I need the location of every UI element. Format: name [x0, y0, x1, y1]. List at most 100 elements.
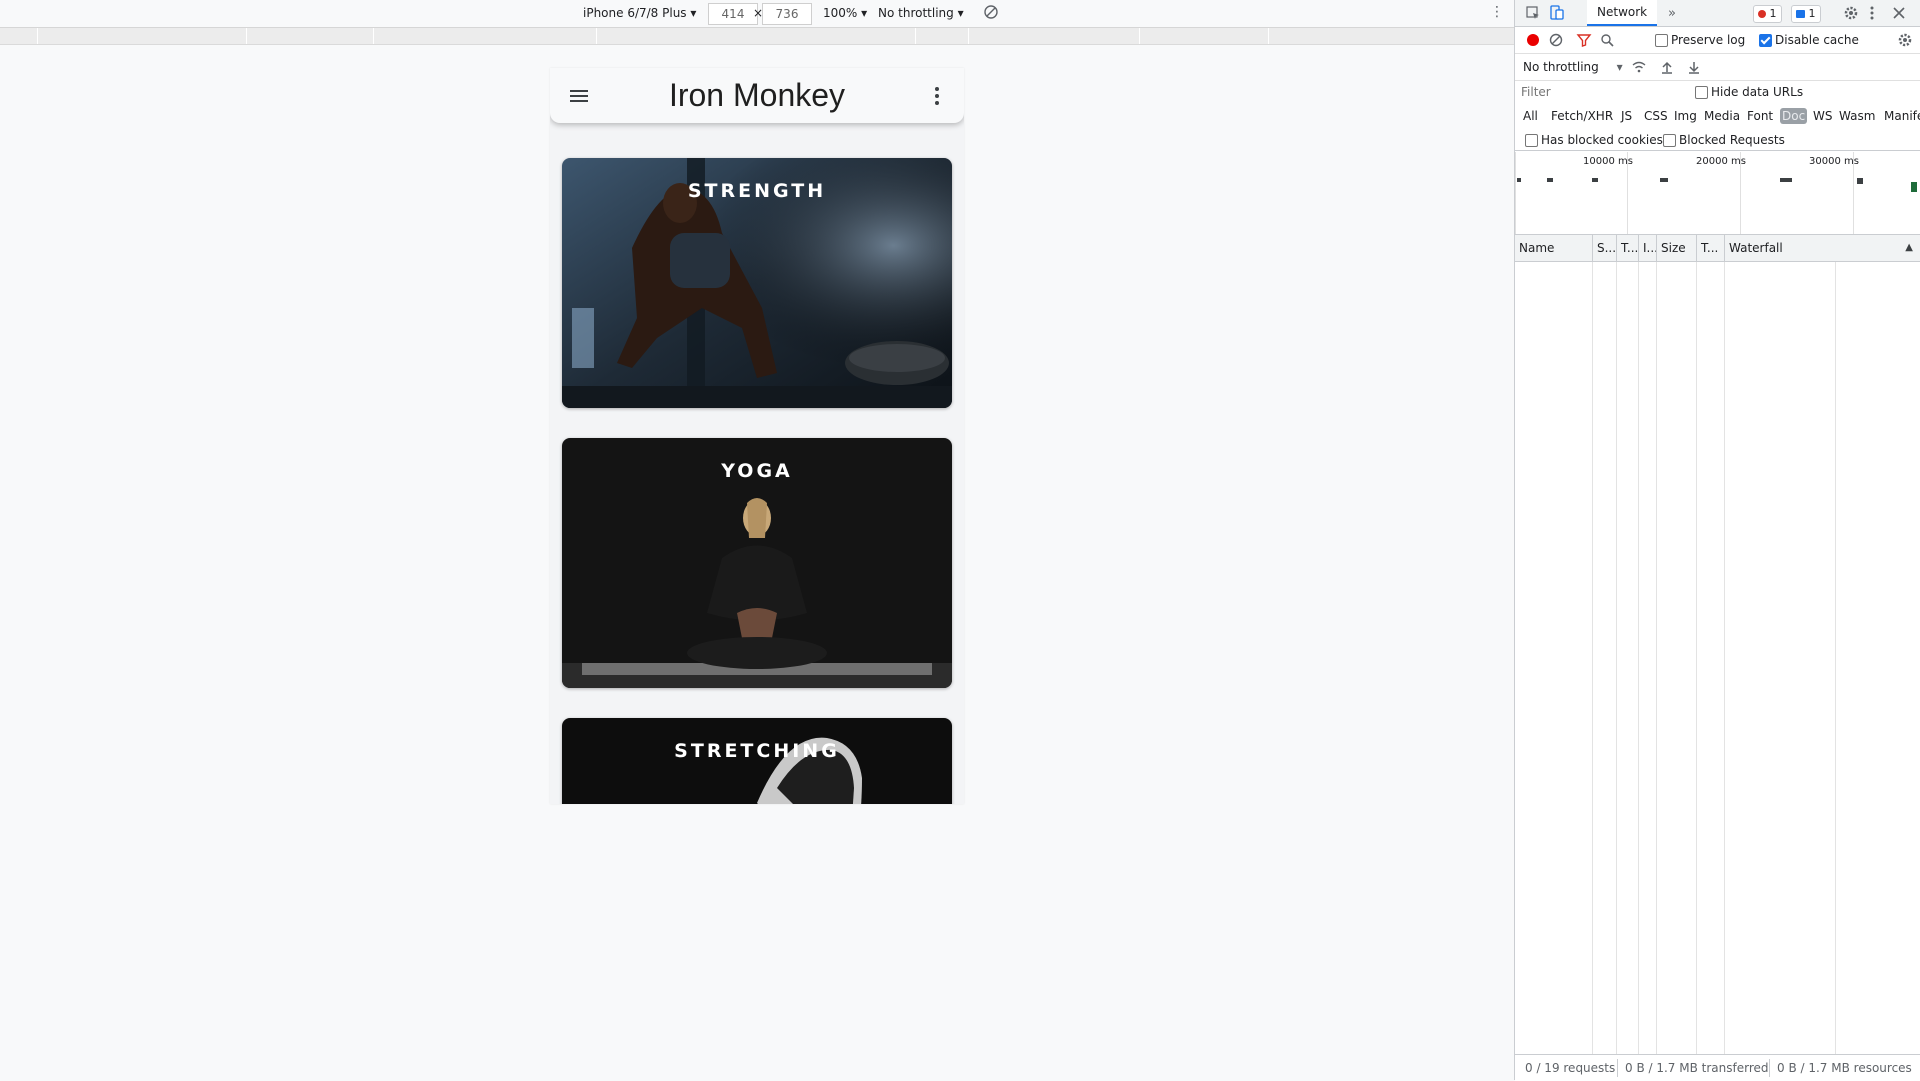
type-filter-js[interactable]: JS: [1619, 108, 1634, 124]
overview-request-mark: [1911, 182, 1917, 192]
status-separator: [1617, 1059, 1618, 1077]
errors-badge[interactable]: 1: [1753, 5, 1782, 23]
devtools-panel: Network » 1 1 Preserve log Disable cache…: [1514, 0, 1920, 1081]
type-filter-css[interactable]: CSS: [1642, 108, 1670, 124]
network-throttling-select[interactable]: No throttling ▾: [1523, 60, 1623, 74]
requests-count: 0 / 19 requests: [1525, 1061, 1616, 1075]
column-time[interactable]: T...: [1697, 235, 1725, 261]
tab-network[interactable]: Network: [1587, 0, 1658, 26]
requests-table-header: Name S... T... I... Size T... Waterfall …: [1515, 235, 1920, 262]
message-icon: [1796, 10, 1805, 18]
ruler-segment[interactable]: [38, 28, 247, 44]
type-filter-all[interactable]: All: [1521, 108, 1540, 124]
overview-tick-label: 30000 ms: [1809, 156, 1859, 167]
viewport-width-input[interactable]: 414: [708, 3, 758, 25]
waterfall-gridline: [1835, 262, 1836, 1054]
close-devtools-icon[interactable]: [1892, 6, 1906, 20]
column-divider: [1656, 262, 1657, 1054]
device-select[interactable]: iPhone 6/7/8 Plus ▾: [583, 6, 696, 20]
type-filter-manifest[interactable]: Manife: [1882, 108, 1920, 124]
import-har-icon[interactable]: [1660, 59, 1674, 75]
sort-ascending-icon: ▲: [1905, 242, 1913, 253]
more-vert-icon[interactable]: [932, 84, 942, 108]
overview-request-mark: [1857, 178, 1863, 184]
ruler-segment[interactable]: [1269, 28, 1515, 44]
card-label: STRENGTH: [687, 180, 827, 202]
overview-gridline: [1515, 152, 1516, 234]
ruler-segment[interactable]: [247, 28, 374, 44]
messages-badge[interactable]: 1: [1791, 5, 1821, 23]
record-icon[interactable]: [1525, 32, 1541, 48]
throttling-toolbar: No throttling ▾: [1515, 54, 1920, 81]
category-card-yoga[interactable]: YOGA: [562, 438, 952, 688]
category-card-strength[interactable]: STRENGTH: [562, 158, 952, 408]
column-divider: [1638, 262, 1639, 1054]
ruler-segment[interactable]: [0, 28, 38, 44]
filter-input[interactable]: [1519, 83, 1683, 101]
rotate-icon[interactable]: [983, 4, 999, 20]
clear-icon[interactable]: [1548, 32, 1564, 48]
type-filter-fetch-xhr[interactable]: Fetch/XHR: [1549, 108, 1615, 124]
ruler-segment[interactable]: [374, 28, 597, 44]
hide-data-urls-checkbox[interactable]: [1695, 86, 1708, 99]
media-query-ruler: [0, 28, 1515, 45]
has-blocked-cookies-checkbox[interactable]: [1525, 134, 1538, 147]
throttling-value: No throttling: [878, 6, 954, 20]
more-tabs-icon[interactable]: »: [1665, 5, 1679, 21]
status-separator: [1769, 1059, 1770, 1077]
messages-count: 1: [1808, 7, 1816, 20]
card-label: STRETCHING: [674, 740, 840, 762]
column-waterfall[interactable]: Waterfall ▲: [1725, 235, 1920, 261]
device-name: iPhone 6/7/8 Plus: [583, 6, 687, 20]
viewport-height-input[interactable]: 736: [762, 3, 812, 25]
blocked-filters: Has blocked cookies Blocked Requests: [1515, 130, 1920, 151]
type-filter-media[interactable]: Media: [1702, 108, 1742, 124]
overview-tick-label: 20000 ms: [1696, 156, 1746, 167]
type-filter-img[interactable]: Img: [1672, 108, 1699, 124]
blocked-requests-label: Blocked Requests: [1679, 133, 1785, 147]
preserve-log-checkbox[interactable]: [1655, 34, 1668, 47]
chevron-down-icon: ▾: [861, 6, 868, 20]
app-title: Iron Monkey: [668, 77, 846, 113]
type-filter-doc[interactable]: Doc: [1780, 108, 1808, 124]
ruler-segment[interactable]: [1140, 28, 1269, 44]
overview-request-mark: [1592, 178, 1598, 182]
chevron-down-icon: ▾: [957, 6, 964, 20]
overview-request-mark: [1780, 178, 1792, 182]
ruler-segment[interactable]: [969, 28, 1140, 44]
ruler-segment[interactable]: [597, 28, 916, 44]
filter-row: Hide data URLs: [1515, 81, 1920, 103]
app-bar: Iron Monkey: [550, 68, 964, 123]
blocked-requests-checkbox[interactable]: [1663, 134, 1676, 147]
network-settings-gear-icon[interactable]: [1897, 32, 1913, 48]
more-options-icon[interactable]: ⋮: [1490, 4, 1504, 20]
inspect-element-icon[interactable]: [1525, 5, 1541, 21]
category-card-stretching[interactable]: STRETCHING: [562, 718, 952, 804]
hamburger-menu-icon[interactable]: [568, 85, 590, 107]
export-har-icon[interactable]: [1687, 59, 1701, 75]
settings-gear-icon[interactable]: [1843, 5, 1859, 21]
column-divider: [1616, 262, 1617, 1054]
type-filter-font[interactable]: Font: [1745, 108, 1775, 124]
device-toolbar-toggle-icon[interactable]: [1549, 5, 1565, 21]
ruler-segment[interactable]: [916, 28, 969, 44]
disable-cache-checkbox[interactable]: [1759, 34, 1772, 47]
type-filter-ws[interactable]: WS: [1811, 108, 1834, 124]
customize-devtools-icon[interactable]: [1867, 5, 1877, 21]
search-icon[interactable]: [1599, 32, 1615, 48]
filter-icon[interactable]: [1576, 32, 1592, 48]
column-type[interactable]: T...: [1617, 235, 1639, 261]
chevron-down-icon: ▾: [690, 6, 697, 20]
column-initiator[interactable]: I...: [1639, 235, 1657, 261]
overview-request-mark: [1660, 178, 1668, 182]
zoom-select[interactable]: 100% ▾: [823, 6, 867, 20]
column-divider: [1724, 262, 1725, 1054]
column-status[interactable]: S...: [1593, 235, 1617, 261]
type-filter-wasm[interactable]: Wasm: [1837, 108, 1877, 124]
column-name[interactable]: Name: [1515, 235, 1593, 261]
throttling-select[interactable]: No throttling ▾: [878, 6, 964, 20]
resources-size: 0 B / 1.7 MB resources: [1777, 1061, 1912, 1075]
network-overview[interactable]: 10000 ms 20000 ms 30000 ms: [1515, 152, 1920, 235]
network-conditions-icon[interactable]: [1631, 59, 1647, 75]
column-size[interactable]: Size: [1657, 235, 1697, 261]
